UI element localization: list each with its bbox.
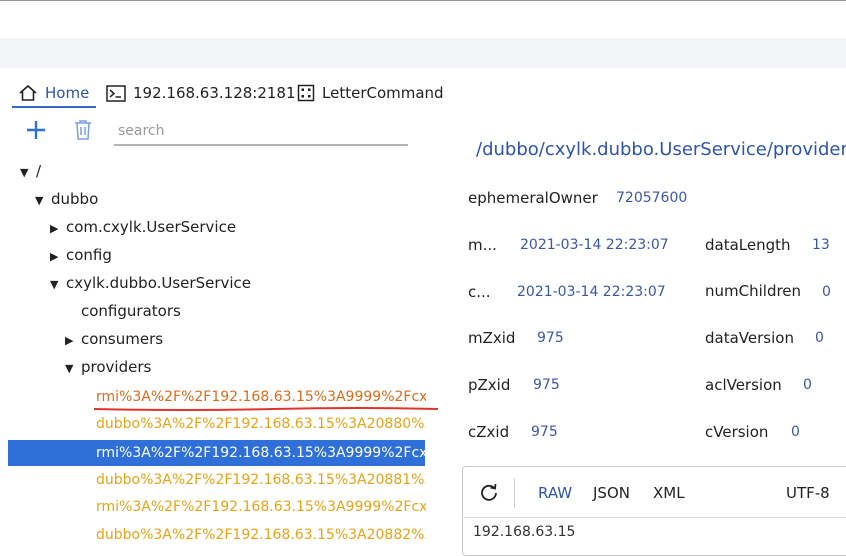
mtime-value: 2021-03-14 22:23:07 [520, 237, 669, 253]
tab-server-label: 192.168.63.128:2181 [133, 84, 296, 102]
command-grid-icon [297, 84, 315, 102]
mzxid-label: mZxid [468, 329, 516, 347]
tree-leaf-provider[interactable]: dubbo%3A%2F%2F192.168.63.15%3A20880%2Fcx… [96, 411, 426, 437]
active-tab-indicator [12, 106, 96, 108]
expanded-arrow-icon: ▼ [20, 166, 29, 179]
delete-node-button[interactable] [72, 118, 94, 142]
collapsed-arrow-icon: ▶ [50, 222, 59, 235]
data-length-label: dataLength [705, 236, 791, 254]
tree-node-label: configurators [81, 302, 181, 320]
data-viewer-panel [462, 466, 846, 556]
plus-icon [27, 121, 45, 139]
tab-letter-command-label: LetterCommand [322, 84, 444, 102]
collapsed-arrow-icon: ▶ [50, 250, 59, 263]
tab-server[interactable]: 192.168.63.128:2181 [106, 80, 296, 106]
tree-node-configurators[interactable]: configurators [81, 297, 181, 325]
tab-home-label: Home [45, 84, 90, 102]
ctime-label: c... [468, 283, 491, 301]
pzxid-label: pZxid [468, 376, 511, 394]
tree-leaf-provider[interactable]: dubbo%3A%2F%2F192.168.63.15%3A20882%2Fcx… [96, 522, 426, 548]
czxid-value: 975 [531, 424, 558, 440]
tree-node-dubbo[interactable]: ▼ dubbo [35, 185, 98, 213]
tree-node-label: dubbo [51, 190, 99, 208]
mtime-label: m... [468, 236, 497, 254]
viewer-toolbar-divider [514, 478, 515, 508]
c-version-label: cVersion [705, 423, 769, 441]
tree-node-label: / [36, 162, 42, 180]
tree-node-service[interactable]: ▼ cxylk.dubbo.UserService [50, 269, 251, 297]
tab-letter-command[interactable]: LetterCommand [297, 80, 444, 106]
data-version-value: 0 [815, 330, 824, 346]
collapsed-arrow-icon: ▶ [65, 334, 74, 347]
node-data-content[interactable]: 192.168.63.15 [473, 524, 575, 540]
tree-node-label: cxylk.dubbo.UserService [66, 274, 252, 292]
tree-leaf-provider[interactable]: dubbo%3A%2F%2F192.168.63.15%3A20881%2Fcx… [96, 467, 426, 493]
acl-version-label: aclVersion [705, 376, 782, 394]
tree-node-com-service[interactable]: ▶ com.cxylk.UserService [50, 213, 236, 241]
tree-node-providers[interactable]: ▼ providers [65, 353, 151, 381]
tree-leaf-provider[interactable]: rmi%3A%2F%2F192.168.63.15%3A9999%2Fcxylk… [96, 494, 426, 520]
ctime-value: 2021-03-14 22:23:07 [517, 284, 666, 300]
expanded-arrow-icon: ▼ [50, 278, 59, 291]
expanded-arrow-icon: ▼ [65, 362, 74, 375]
header-band [0, 38, 846, 68]
tree-node-label: config [66, 246, 112, 264]
mzxid-value: 975 [537, 330, 564, 346]
trash-icon [75, 120, 91, 140]
refresh-icon [481, 483, 497, 501]
search-input[interactable] [114, 118, 408, 146]
num-children-value: 0 [822, 284, 831, 300]
window-top-border [0, 0, 846, 1]
encoding-selector[interactable]: UTF-8 [786, 484, 830, 502]
node-path-title: /dubbo/cxylk.dubbo.UserService/providers… [476, 139, 846, 160]
c-version-value: 0 [791, 424, 800, 440]
format-json-button[interactable]: JSON [593, 484, 630, 502]
tree-node-label: com.cxylk.UserService [66, 218, 237, 236]
home-icon [18, 84, 38, 102]
format-xml-button[interactable]: XML [653, 484, 685, 502]
tree-node-config[interactable]: ▶ config [50, 241, 112, 269]
format-raw-button[interactable]: RAW [538, 484, 572, 502]
tree-node-root[interactable]: ▼ / [20, 157, 41, 185]
tree-leaf-provider-selected[interactable]: rmi%3A%2F%2F192.168.63.15%3A9999%2Fcxylk… [96, 440, 426, 466]
expanded-arrow-icon: ▼ [35, 194, 44, 207]
add-node-button[interactable] [24, 118, 48, 142]
ephemeral-owner-label: ephemeralOwner [468, 189, 598, 207]
terminal-icon [106, 84, 126, 102]
data-version-label: dataVersion [705, 329, 794, 347]
tree-node-label: consumers [81, 330, 164, 348]
num-children-label: numChildren [705, 282, 802, 300]
tree-node-label: providers [81, 358, 152, 376]
tab-home[interactable]: Home [18, 80, 89, 106]
czxid-label: cZxid [468, 423, 510, 441]
ephemeral-owner-value: 72057600 [616, 190, 688, 206]
pzxid-value: 975 [533, 377, 560, 393]
refresh-button[interactable] [478, 482, 500, 504]
tree-node-consumers[interactable]: ▶ consumers [65, 325, 163, 353]
viewer-toolbar-border [462, 517, 846, 518]
acl-version-value: 0 [803, 377, 812, 393]
data-length-value: 13 [812, 237, 830, 253]
